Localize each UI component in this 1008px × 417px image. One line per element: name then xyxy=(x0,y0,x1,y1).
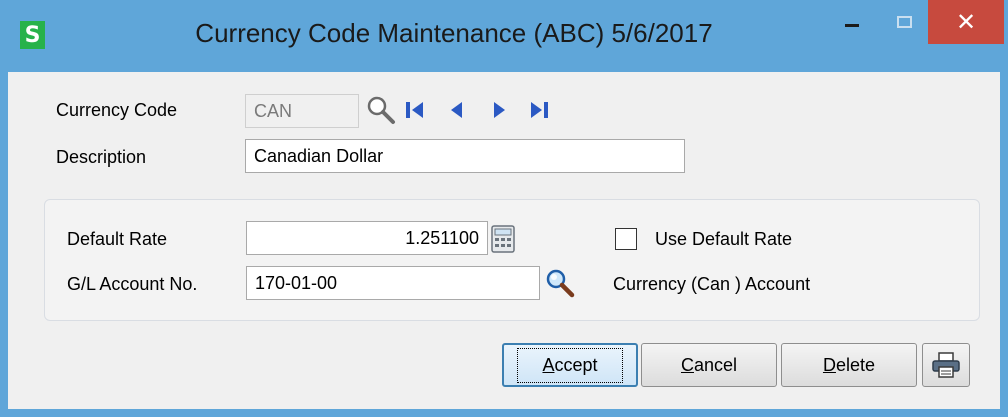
dialog-window: S Currency Code Maintenance (ABC) 5/6/20… xyxy=(0,0,1008,417)
description-field[interactable]: Canadian Dollar xyxy=(245,139,685,173)
default-rate-label: Default Rate xyxy=(67,229,168,249)
minimize-icon xyxy=(845,23,859,27)
dialog-client-area: Currency Code CAN Description Canadian D… xyxy=(8,72,1000,409)
currency-code-label: Currency Code xyxy=(56,100,178,120)
maximize-icon xyxy=(896,16,912,28)
cancel-button-label: Cancel xyxy=(680,354,738,375)
minimize-button[interactable] xyxy=(824,0,880,44)
nav-first-icon[interactable] xyxy=(404,100,426,120)
magnifier-icon[interactable] xyxy=(545,268,575,298)
gl-account-description: Currency (Can ) Account xyxy=(613,274,811,294)
title-bar[interactable]: S Currency Code Maintenance (ABC) 5/6/20… xyxy=(0,0,1008,72)
default-rate-field[interactable]: 1.251100 xyxy=(246,221,488,255)
use-default-rate-checkbox[interactable] xyxy=(615,228,637,250)
nav-next-icon[interactable] xyxy=(490,100,508,120)
currency-code-field[interactable]: CAN xyxy=(245,94,359,128)
rate-groupbox: Default Rate 1.251100 Use Default Rate G… xyxy=(44,199,980,321)
accept-button-label: Accept xyxy=(517,347,623,383)
maximize-button[interactable] xyxy=(880,0,928,44)
use-default-rate-label[interactable]: Use Default Rate xyxy=(655,229,792,250)
print-button[interactable] xyxy=(922,343,970,387)
close-icon: ✕ xyxy=(955,8,977,36)
delete-button-label: Delete xyxy=(822,354,876,375)
nav-prev-icon[interactable] xyxy=(448,100,466,120)
gl-account-label: G/L Account No. xyxy=(67,274,198,294)
printer-icon xyxy=(932,352,960,378)
delete-button[interactable]: Delete xyxy=(781,343,917,387)
accept-button[interactable]: Accept xyxy=(502,343,638,387)
close-button[interactable]: ✕ xyxy=(928,0,1004,44)
magnifier-icon[interactable] xyxy=(366,95,396,125)
calculator-icon[interactable] xyxy=(491,225,515,253)
gl-account-field[interactable]: 170-01-00 xyxy=(246,266,540,300)
cancel-button[interactable]: Cancel xyxy=(641,343,777,387)
description-label: Description xyxy=(56,147,147,167)
nav-last-icon[interactable] xyxy=(528,100,550,120)
